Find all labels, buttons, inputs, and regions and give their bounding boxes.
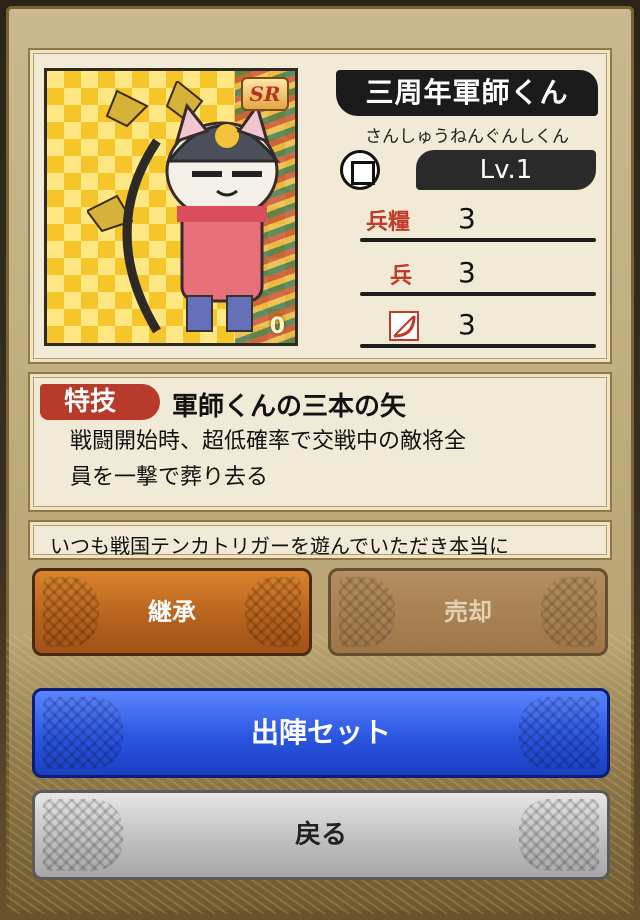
back-button[interactable]: 戻る <box>32 790 610 880</box>
inherit-button[interactable]: 継承 <box>32 568 312 656</box>
lattice-ornament <box>43 697 123 769</box>
lattice-ornament <box>541 577 597 647</box>
lattice-ornament <box>43 577 99 647</box>
lattice-ornament <box>339 577 395 647</box>
card-portrait: SR 0 <box>44 68 298 346</box>
stat-row-bow: 3 <box>360 306 596 350</box>
stat-row-soldiers: 兵 3 <box>360 254 596 298</box>
family-crest-icon <box>340 150 380 190</box>
divider <box>360 238 596 242</box>
inherit-button-label: 継承 <box>148 598 196 626</box>
flavor-text: いつも戦国テンカトリガーを遊んでいただき本当に <box>50 534 509 558</box>
rarity-badge: SR <box>241 77 289 111</box>
card-name-reading: さんしゅうねんぐんしくん <box>365 127 569 147</box>
bow-icon <box>388 310 420 342</box>
lattice-ornament <box>519 697 599 769</box>
skill-description-line: 戦闘開始時、超低確率で交戦中の敵将全 <box>70 429 467 454</box>
skill-description-line: 員を一撃で葬り去る <box>70 465 269 490</box>
lattice-ornament <box>43 799 123 871</box>
rice-sack-icon: 兵糧 <box>366 209 411 235</box>
stat-value-provisions: 3 <box>458 202 476 235</box>
level-plate: Lv.1 <box>416 150 596 190</box>
back-button-label: 戻る <box>294 820 347 850</box>
cat-archer-illustration <box>87 81 281 334</box>
stat-value-soldiers: 3 <box>458 256 476 289</box>
card-corner-mark: 0 <box>269 314 285 339</box>
lattice-ornament <box>519 799 599 871</box>
deploy-set-button-label: 出陣セット <box>250 716 391 749</box>
stat-row-provisions: 兵糧 3 <box>360 200 596 244</box>
stat-value-bow: 3 <box>458 308 476 341</box>
divider <box>360 344 596 348</box>
skill-tag: 特技 <box>40 384 160 420</box>
sell-button-label: 売却 <box>444 598 492 626</box>
card-name: 三周年軍師くん <box>336 70 598 116</box>
divider <box>360 292 596 296</box>
lattice-ornament <box>245 577 301 647</box>
sell-button[interactable]: 売却 <box>328 568 608 656</box>
soldier-icon: 兵 <box>390 263 413 289</box>
skill-description: 戦闘開始時、超低確率で交戦中の敵将全 員を一撃で葬り去る <box>70 424 570 496</box>
skill-name: 軍師くんの三本の矢 <box>172 392 407 422</box>
deploy-set-button[interactable]: 出陣セット <box>32 688 610 778</box>
